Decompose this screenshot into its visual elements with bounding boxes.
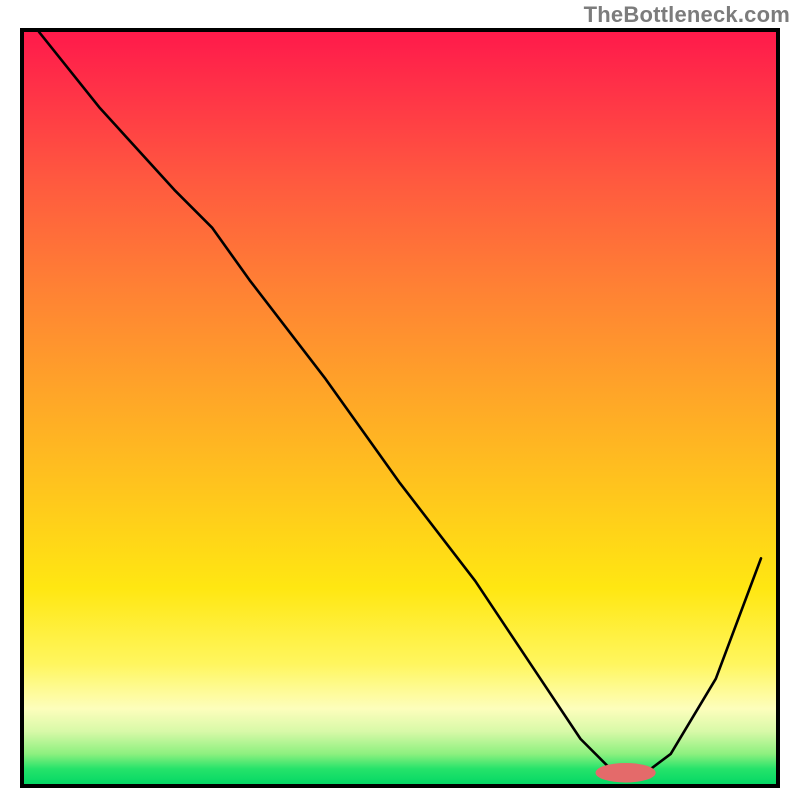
- bottleneck-curve: [39, 32, 761, 776]
- watermark-text: TheBottleneck.com: [584, 2, 790, 28]
- plot-area: [20, 28, 780, 788]
- chart-stage: TheBottleneck.com: [0, 0, 800, 800]
- optimal-range-marker: [596, 763, 656, 783]
- chart-svg: [24, 32, 776, 784]
